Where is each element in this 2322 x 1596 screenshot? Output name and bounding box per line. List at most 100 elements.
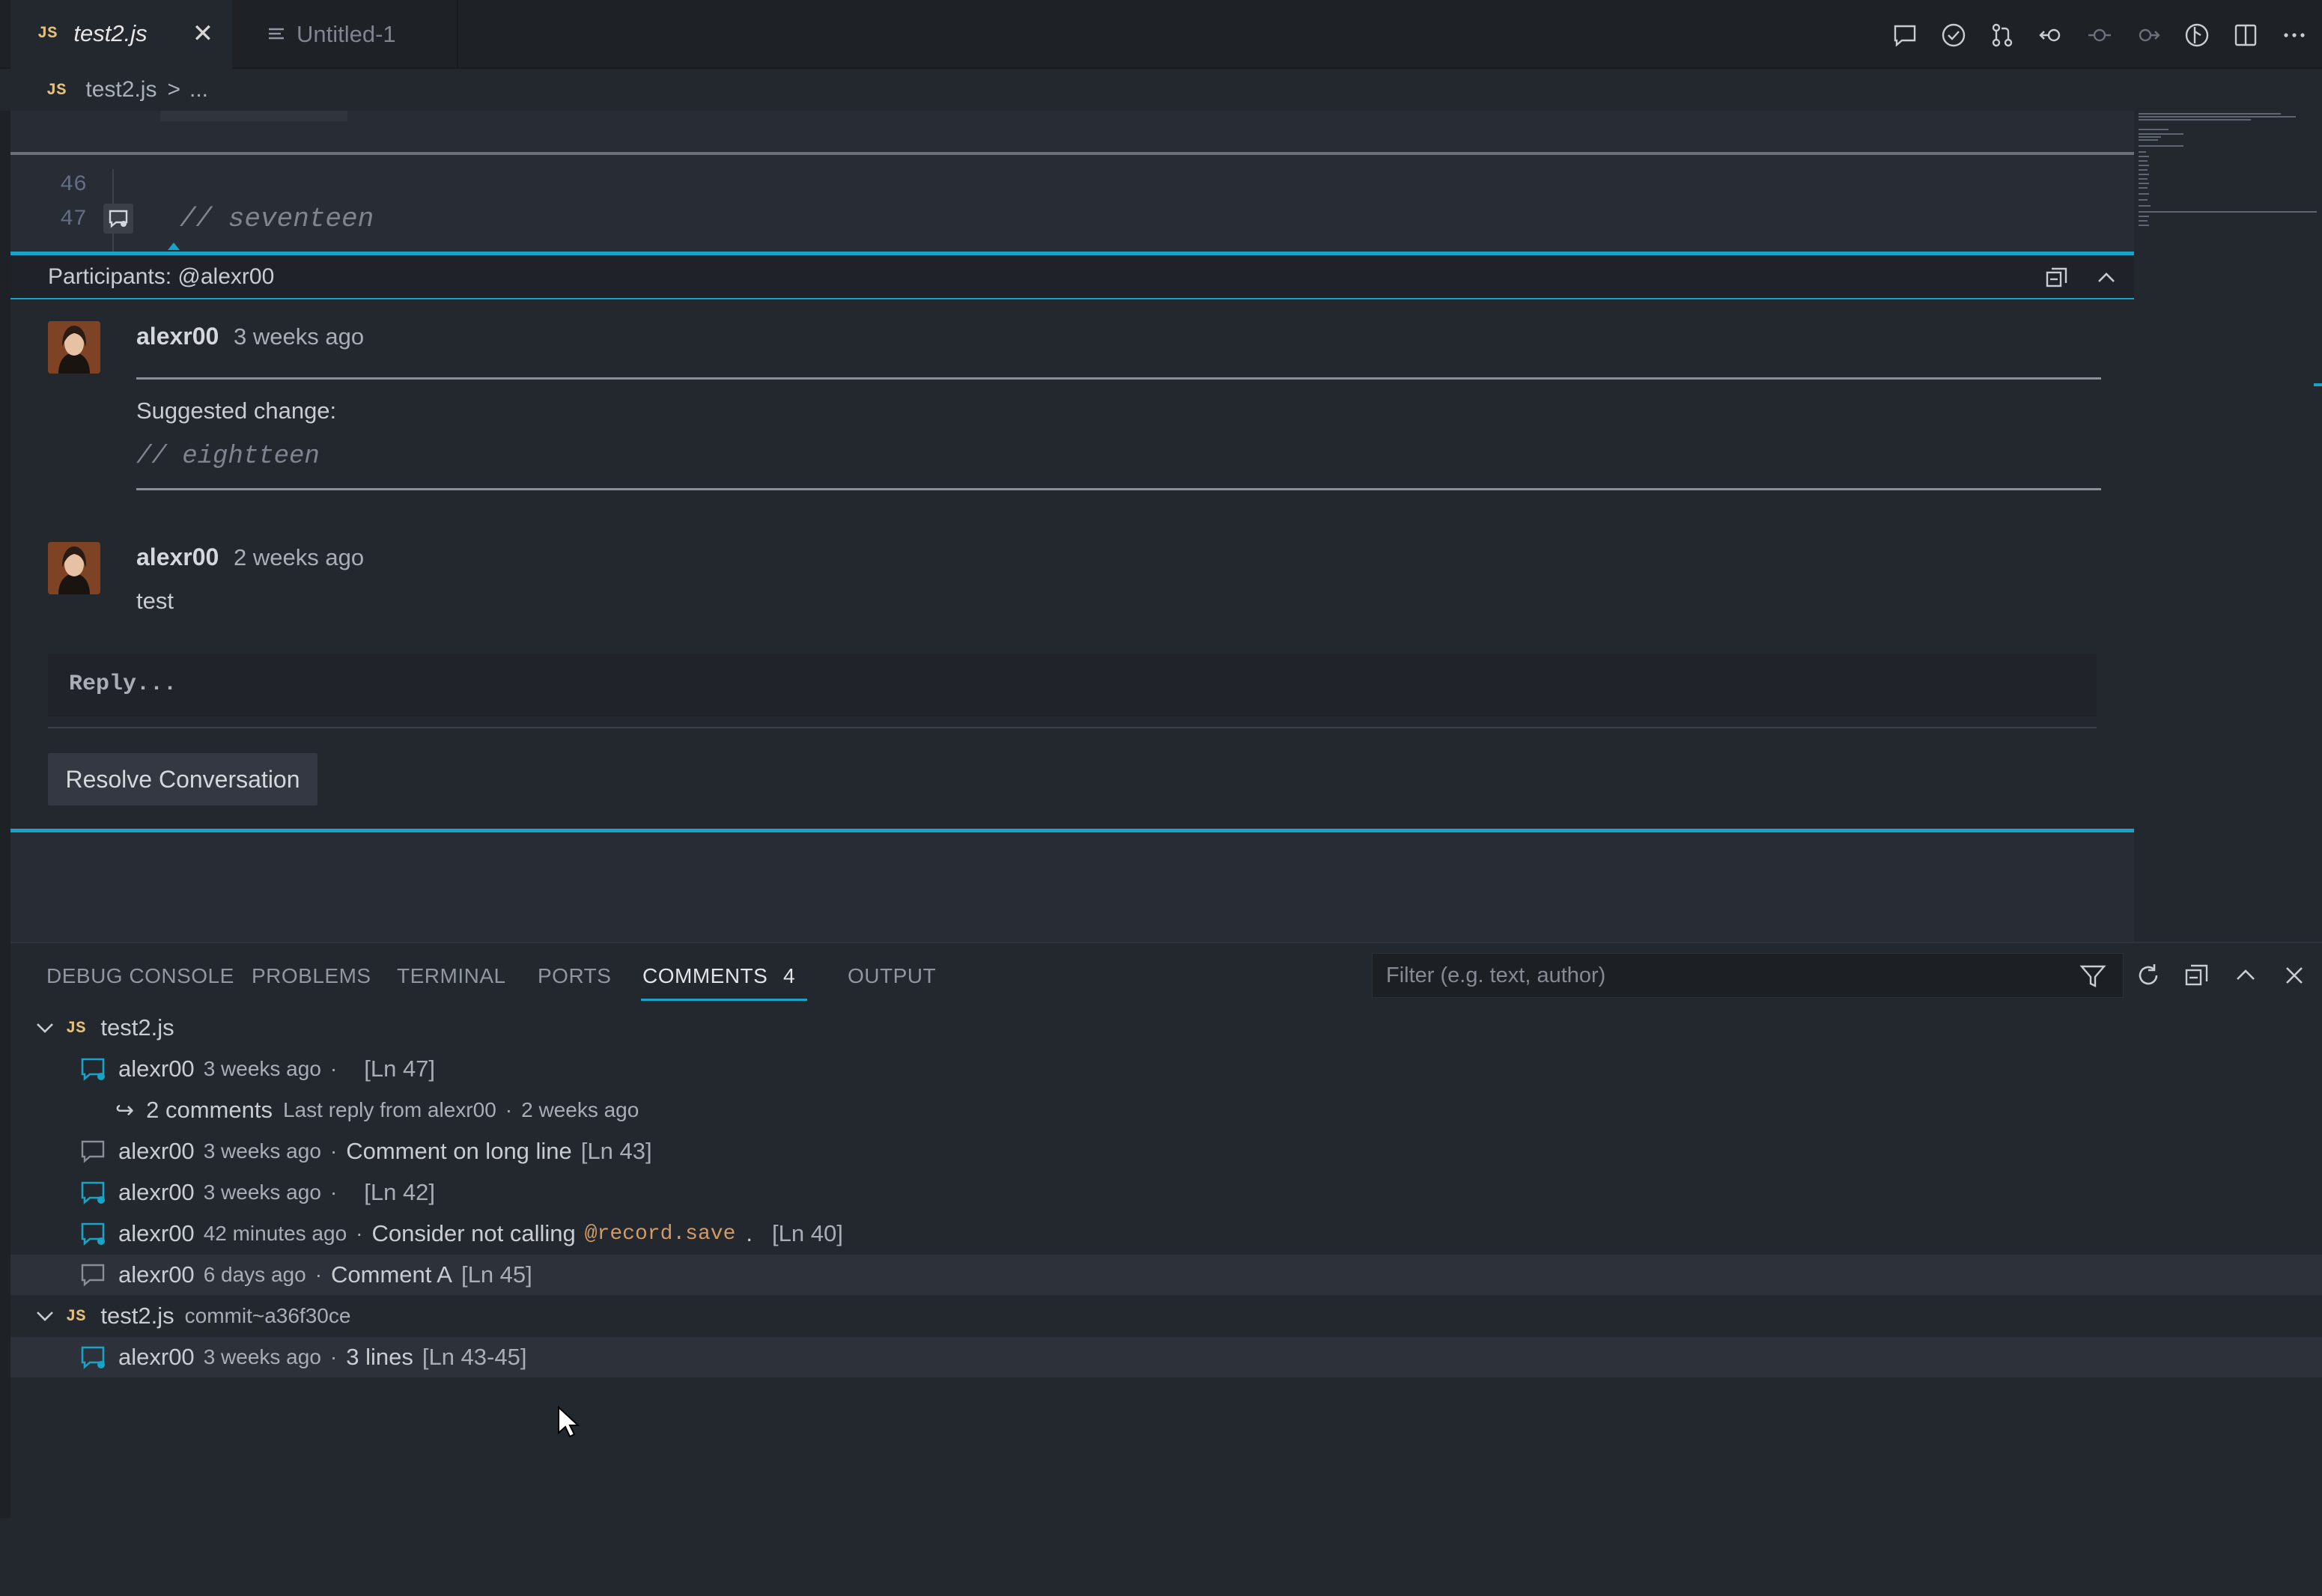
tree-group-file[interactable]: JS test2.js commit~a36f30ce — [10, 1296, 2322, 1336]
tab-label: Untitled-1 — [297, 21, 396, 47]
tab-output[interactable]: OUTPUT — [848, 964, 936, 988]
tree-file-label: test2.js — [100, 1303, 174, 1329]
comment-thread-widget: Participants: @alexr00 alexr00 3 weeks a… — [10, 252, 2134, 832]
chevron-down-icon[interactable] — [33, 1304, 57, 1328]
minimap-content — [2139, 113, 2317, 226]
line-number: 46 — [60, 172, 88, 198]
tree-comment-row[interactable]: alexr00 6 days ago · Comment A [Ln 45] — [10, 1255, 2322, 1295]
go-back-icon[interactable] — [2038, 22, 2064, 48]
separator: · — [329, 1181, 338, 1204]
suggestion-border-bottom — [136, 488, 2101, 490]
previous-widget-edge — [160, 111, 347, 121]
tab-test2-js[interactable]: JS test2.js ✕ — [10, 0, 232, 69]
pull-request-icon[interactable] — [1990, 22, 2015, 48]
comment-author: alexr00 — [118, 1138, 195, 1164]
comment-unresolved-icon — [81, 1058, 105, 1081]
tree-comment-row[interactable]: alexr00 42 minutes ago · Consider not ca… — [10, 1213, 2322, 1254]
comment-timestamp: 3 weeks ago — [203, 1057, 321, 1080]
tree-comment-row[interactable]: alexr00 3 weeks ago · [Ln 42] — [10, 1172, 2322, 1213]
breadcrumb-file[interactable]: test2.js — [85, 77, 156, 103]
tree-reply-summary[interactable]: ↪ 2 comments Last reply from alexr00 · 2… — [10, 1090, 2322, 1130]
tab-problems[interactable]: PROBLEMS — [252, 964, 371, 988]
comment-unresolved-icon — [81, 1346, 105, 1369]
editor-divider — [10, 152, 2134, 155]
reply-arrow-icon: ↪ — [115, 1097, 135, 1123]
close-panel-icon[interactable] — [2280, 961, 2309, 990]
compare-icon[interactable] — [2184, 22, 2210, 48]
comment-author: alexr00 — [118, 1344, 195, 1370]
comment-icon[interactable] — [1892, 22, 1918, 48]
tab-untitled-1[interactable]: Untitled-1 — [232, 0, 458, 69]
commit-icon[interactable] — [2087, 22, 2112, 48]
comment-location: [Ln 47] — [364, 1056, 436, 1082]
comment-timestamp: 3 weeks ago — [203, 1139, 321, 1163]
lines-icon — [269, 28, 284, 40]
suggestion-code: // eightteen — [136, 442, 320, 471]
comments-filter-input[interactable]: Filter (e.g. text, author) — [1372, 953, 2124, 998]
separator: · — [356, 1222, 363, 1245]
comment-timestamp: 3 weeks ago — [234, 323, 365, 350]
comment-author: alexr00 — [118, 1220, 195, 1246]
tab-comments[interactable]: COMMENTS — [642, 964, 768, 988]
minimap[interactable] — [2134, 111, 2322, 942]
separator: · — [329, 1139, 338, 1163]
last-reply-label: Last reply from alexr00 — [282, 1098, 496, 1121]
js-file-icon: JS — [66, 1306, 86, 1326]
comment-location: [Ln 45] — [461, 1261, 532, 1288]
breadcrumb-rest[interactable]: ... — [189, 77, 208, 103]
suggestion-label: Suggested change: — [136, 398, 337, 424]
reply-timestamp: 2 weeks ago — [521, 1098, 639, 1121]
comment-timestamp: 6 days ago — [203, 1263, 306, 1286]
tab-label: test2.js — [73, 19, 148, 46]
comment-author: alexr00 — [118, 1056, 195, 1082]
comments-count-badge: 4 — [783, 964, 796, 987]
separator: · — [314, 1263, 323, 1286]
comment-text: 3 lines — [346, 1344, 413, 1370]
comment-icon — [81, 1140, 105, 1163]
code-line[interactable]: // seventeen — [180, 204, 374, 234]
go-forward-icon[interactable] — [2136, 22, 2161, 48]
more-actions-icon[interactable] — [2282, 22, 2307, 48]
comment-text: Comment A — [331, 1261, 452, 1288]
close-icon[interactable]: ✕ — [192, 19, 214, 49]
suggestion-border-top — [136, 377, 2101, 380]
collapse-all-icon[interactable] — [2183, 961, 2211, 990]
comment-text: Consider not calling — [371, 1220, 576, 1246]
filter-icon[interactable] — [2079, 962, 2107, 990]
tree-comment-row[interactable]: alexr00 3 weeks ago · Comment on long li… — [10, 1131, 2322, 1172]
tab-terminal[interactable]: TERMINAL — [397, 964, 506, 988]
tree-comment-row[interactable]: alexr00 3 weeks ago · [Ln 47] — [10, 1049, 2322, 1089]
comment-glyph[interactable] — [103, 204, 133, 234]
comment-unresolved-icon — [81, 1222, 105, 1246]
js-file-icon: JS — [46, 80, 67, 100]
resolve-conversation-button[interactable]: Resolve Conversation — [48, 753, 317, 805]
tree-file-label: test2.js — [100, 1014, 174, 1041]
reply-count: 2 comments — [146, 1097, 273, 1123]
collapse-all-icon[interactable] — [2044, 265, 2070, 290]
chevron-down-icon[interactable] — [33, 1016, 57, 1040]
tab-ports[interactable]: PORTS — [538, 964, 611, 988]
tree-comment-row[interactable]: alexr00 3 weeks ago · 3 lines [Ln 43-45] — [10, 1337, 2322, 1377]
minimap-marker — [2314, 383, 2322, 386]
comment-icon — [81, 1264, 105, 1287]
chevron-up-icon[interactable] — [2094, 265, 2119, 290]
comment-timestamp: 3 weeks ago — [203, 1345, 321, 1368]
tab-debug-console[interactable]: DEBUG CONSOLE — [46, 964, 234, 988]
reply-input[interactable]: Reply... — [48, 654, 2097, 716]
editor-tab-bar: JS test2.js ✕ Untitled-1 — [0, 0, 2322, 69]
mouse-cursor-icon — [558, 1406, 580, 1438]
thread-header: Participants: @alexr00 — [10, 255, 2134, 299]
separator: · — [329, 1345, 338, 1368]
comment-author: alexr00 — [118, 1261, 195, 1288]
tree-group-file[interactable]: JS test2.js — [10, 1008, 2322, 1048]
comment-unresolved-icon — [81, 1181, 105, 1204]
participants-label: Participants: @alexr00 — [48, 264, 275, 289]
split-editor-icon[interactable] — [2233, 22, 2258, 48]
refresh-icon[interactable] — [2134, 961, 2163, 990]
comment-author[interactable]: alexr00 — [136, 323, 219, 350]
inline-code: @record.save — [584, 1222, 736, 1246]
comment-author[interactable]: alexr00 — [136, 543, 219, 571]
check-circle-icon[interactable] — [1941, 22, 1966, 48]
separator: · — [329, 1057, 338, 1080]
maximize-panel-icon[interactable] — [2231, 961, 2260, 990]
